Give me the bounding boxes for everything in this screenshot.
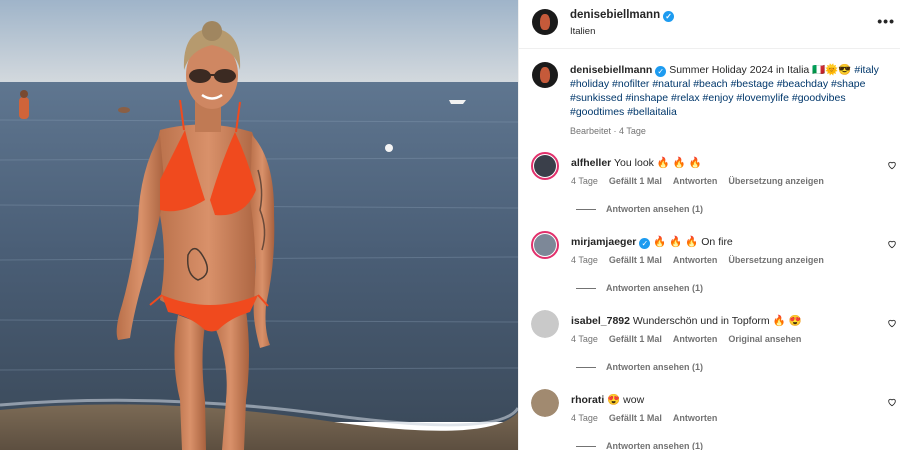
hashtag-link[interactable]: #shape — [831, 78, 865, 90]
comment-username[interactable]: alfheller — [571, 157, 611, 169]
comment-likes[interactable]: Gefällt 1 Mal — [609, 413, 662, 423]
comment-username[interactable]: rhorati — [571, 394, 604, 406]
comment-reply-button[interactable]: Antworten — [673, 255, 718, 265]
comment-translate-button[interactable]: Übersetzung anzeigen — [728, 176, 824, 186]
verified-badge-icon: ✓ — [663, 11, 675, 22]
comment-avatar[interactable] — [531, 310, 559, 338]
comment-username[interactable]: mirjamjaeger — [571, 236, 636, 248]
comment-avatar[interactable] — [531, 389, 559, 417]
instagram-post-view: denisebiellmann ✓ Italien ••• denisebiell… — [0, 0, 900, 450]
author-avatar[interactable] — [532, 9, 558, 35]
heart-icon[interactable] — [887, 160, 897, 170]
hashtag-link[interactable]: #natural — [652, 78, 690, 90]
comment-body: 😍 wow — [604, 394, 645, 406]
author-username[interactable]: denisebiellmann — [570, 9, 660, 21]
hashtag-link[interactable]: #holiday — [570, 78, 609, 90]
view-replies-button[interactable]: Antworten ansehen (1) — [576, 204, 703, 214]
comment-text-line: mirjamjaeger ✓ 🔥 🔥 🔥 On fire — [571, 235, 733, 249]
comment-username[interactable]: isabel_7892 — [571, 315, 630, 327]
view-replies-button[interactable]: Antworten ansehen (1) — [576, 283, 703, 293]
hashtag-link[interactable]: #beachday — [777, 78, 828, 90]
post-photo[interactable] — [0, 0, 518, 450]
comment-text-line: rhorati 😍 wow — [571, 393, 644, 406]
comment-meta: 4 Tage Gefällt 1 Mal Antworten Original ans… — [571, 334, 812, 344]
comment-time: 4 Tage — [571, 255, 598, 265]
comment-time: 4 Tage — [571, 334, 598, 344]
comment-translate-button[interactable]: Original ansehen — [728, 334, 801, 344]
comment-reply-button[interactable]: Antworten — [673, 334, 718, 344]
ellipsis-icon[interactable]: ••• — [877, 13, 895, 29]
post-sidebar: denisebiellmann ✓ Italien ••• denisebiell… — [518, 0, 900, 450]
verified-badge-icon: ✓ — [639, 238, 651, 249]
caption-meta: Bearbeitet · 4 Tage — [570, 126, 646, 136]
comment-body: You look 🔥 🔥 🔥 — [611, 157, 702, 169]
view-replies-button[interactable]: Antworten ansehen (1) — [576, 441, 703, 450]
comment-translate-button[interactable]: Übersetzung anzeigen — [728, 255, 824, 265]
post-caption: denisebiellmann ✓ Summer Holiday 2024 in … — [570, 63, 890, 138]
hashtag-link[interactable]: #beach — [693, 78, 727, 90]
hashtag-link[interactable]: #nofilter — [612, 78, 649, 90]
heart-icon[interactable] — [887, 397, 897, 407]
comment-item: mirjamjaeger ✓ 🔥 🔥 🔥 On fire 4 Tage Gefällt… — [519, 231, 900, 309]
caption-username[interactable]: denisebiellmann — [570, 64, 652, 76]
heart-icon[interactable] — [887, 318, 897, 328]
comment-likes[interactable]: Gefällt 1 Mal — [609, 334, 662, 344]
comment-time: 4 Tage — [571, 176, 598, 186]
hashtag-link[interactable]: #italy — [854, 64, 879, 76]
comment-item: rhorati 😍 wow 4 Tage Gefällt 1 Mal Antworte… — [519, 389, 900, 450]
comment-text-line: isabel_7892 Wunderschön und in Topform 🔥… — [571, 314, 802, 327]
caption-author-avatar[interactable] — [532, 62, 558, 88]
post-header: denisebiellmann ✓ Italien ••• — [519, 0, 900, 49]
comment-body: 🔥 🔥 🔥 On fire — [650, 236, 733, 248]
comment-avatar[interactable] — [531, 231, 559, 259]
heart-icon[interactable] — [887, 239, 897, 249]
comment-body: Wunderschön und in Topform 🔥 😍 — [629, 315, 802, 327]
comment-likes[interactable]: Gefällt 1 Mal — [609, 176, 662, 186]
comment-likes[interactable]: Gefällt 1 Mal — [609, 255, 662, 265]
post-location[interactable]: Italien — [570, 26, 595, 37]
comment-reply-button[interactable]: Antworten — [673, 413, 718, 423]
beach-photo-illustration — [0, 0, 518, 450]
hashtag-link[interactable]: #bestage — [731, 78, 774, 90]
comment-item: alfheller You look 🔥 🔥 🔥 4 Tage Gefällt 1 … — [519, 152, 900, 230]
comment-meta: 4 Tage Gefällt 1 Mal Antworten Übersetzung … — [571, 255, 835, 265]
hashtag-link[interactable]: #bellaitalia — [627, 106, 677, 118]
comment-meta: 4 Tage Gefällt 1 Mal Antworten Übersetzung … — [571, 176, 835, 186]
hashtag-link[interactable]: #lovemylife — [736, 92, 789, 104]
caption-emojis: 🇮🇹🌞😎 — [812, 64, 852, 76]
hashtag-link[interactable]: #sunkissed — [570, 92, 623, 104]
hashtag-link[interactable]: #goodtimes — [570, 106, 624, 118]
comment-item: isabel_7892 Wunderschön und in Topform 🔥… — [519, 310, 900, 388]
hashtag-link[interactable]: #goodvibes — [792, 92, 846, 104]
comment-reply-button[interactable]: Antworten — [673, 176, 718, 186]
comment-avatar[interactable] — [531, 152, 559, 180]
caption-text: Summer Holiday 2024 in Italia — [669, 64, 810, 76]
hashtag-link[interactable]: #relax — [671, 92, 700, 104]
comment-text-line: alfheller You look 🔥 🔥 🔥 — [571, 156, 702, 169]
comment-meta: 4 Tage Gefällt 1 Mal Antworten — [571, 413, 728, 423]
comment-time: 4 Tage — [571, 413, 598, 423]
view-replies-button[interactable]: Antworten ansehen (1) — [576, 362, 703, 372]
hashtag-link[interactable]: #enjoy — [703, 92, 734, 104]
verified-badge-icon: ✓ — [655, 66, 667, 77]
hashtag-link[interactable]: #inshape — [625, 92, 668, 104]
